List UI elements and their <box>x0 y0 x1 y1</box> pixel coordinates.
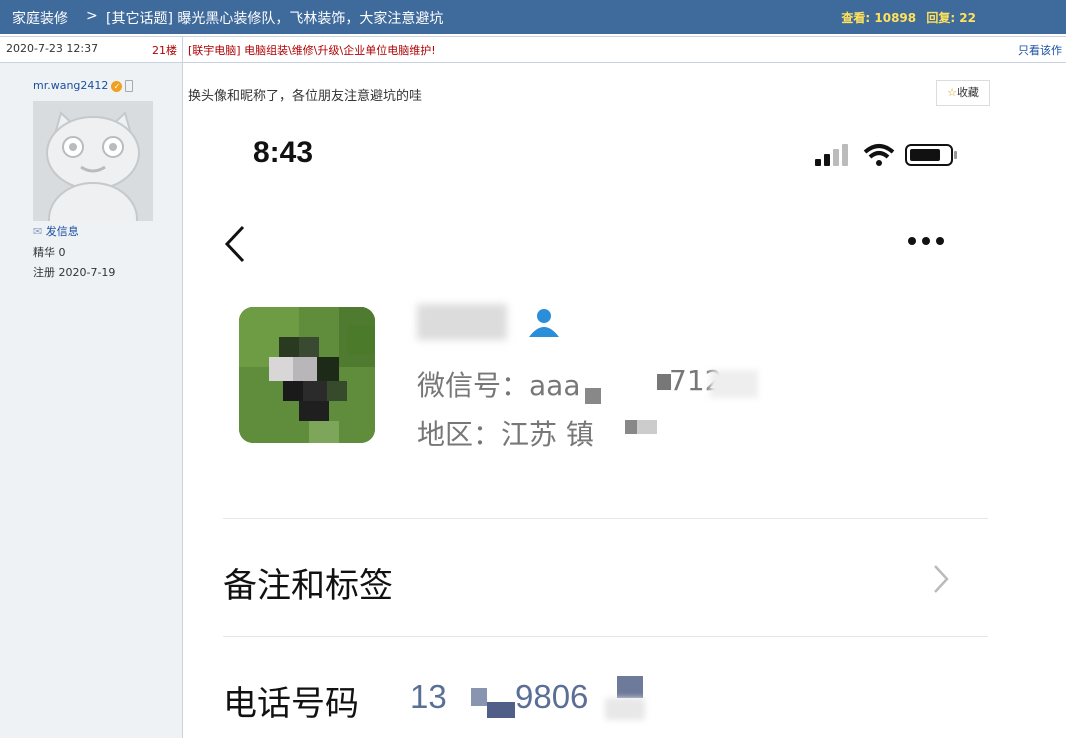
mosaic-block <box>637 420 657 434</box>
views-count: 查看: 10898 <box>841 11 917 25</box>
username-link[interactable]: mr.wang2412 <box>33 79 108 92</box>
post-info-row: 2020-7-23 12:37 21楼 [联宇电脑] 电脑组装\维修\升级\企业… <box>0 36 1066 63</box>
mosaic-block <box>487 702 515 718</box>
favorite-button[interactable]: ☆收藏 <box>936 80 990 106</box>
divider <box>223 518 988 519</box>
ad-link[interactable]: [联宇电脑] 电脑组装\维修\升级\企业单位电脑维护! <box>188 42 436 58</box>
mosaic-block <box>625 420 637 434</box>
nickname-blurred <box>417 304 507 340</box>
remarks-tags-row[interactable]: 备注和标签 <box>223 558 393 607</box>
author-panel: mr.wang2412 ✓ ✉ 发信息 精华 0 注册 2020-7-19 <box>0 63 183 738</box>
attached-screenshot[interactable]: 8:43 微信号：aaa 712 地区：江苏 镇 备注和标签 电话号码 13 9… <box>185 106 988 738</box>
phone-prefix: 13 <box>410 678 447 715</box>
send-message-label: 发信息 <box>45 225 79 238</box>
phone-label: 电话号码 <box>223 684 359 724</box>
wechat-id: 微信号：aaa <box>417 364 580 404</box>
star-icon: ☆ <box>947 86 957 99</box>
chevron-right-icon <box>934 565 949 593</box>
contact-avatar[interactable] <box>239 307 375 443</box>
topic-stats: 查看: 10898 回复: 22 <box>835 9 976 26</box>
verified-icon: ✓ <box>111 80 123 92</box>
mosaic-blur <box>710 370 758 398</box>
mosaic-block <box>471 688 487 706</box>
divider <box>223 636 988 637</box>
mosaic-blur <box>605 698 645 720</box>
wechat-id-label: 微信号：aaa <box>417 369 581 402</box>
status-time: 8:43 <box>253 136 314 169</box>
mosaic-block <box>585 388 601 404</box>
register-date: 注册 2020-7-19 <box>33 266 116 279</box>
post-date: 2020-7-23 12:37 <box>6 42 99 55</box>
phone-number[interactable]: 13 <box>410 678 447 716</box>
avatar[interactable] <box>33 101 153 221</box>
topic-title: [其它话题] 曝光黑心装修队，飞林装饰，大家注意避坑 <box>106 11 444 27</box>
mosaic-block <box>617 676 643 698</box>
floor-number[interactable]: 21楼 <box>152 42 177 58</box>
essence-count: 精华 0 <box>33 246 66 259</box>
only-author-link[interactable]: 只看该作 <box>1018 42 1062 58</box>
divider <box>182 37 183 62</box>
wifi-icon <box>863 144 895 166</box>
more-dots-icon[interactable] <box>907 236 947 246</box>
replies-count: 回复: 22 <box>926 11 976 25</box>
phone-middle: 9806 <box>515 678 589 715</box>
back-arrow-icon[interactable] <box>223 224 247 264</box>
breadcrumb-arrow: > <box>86 8 98 24</box>
user-icon <box>529 309 559 337</box>
mobile-icon <box>125 80 134 92</box>
author-name: mr.wang2412 ✓ <box>33 79 134 92</box>
favorite-label: 收藏 <box>956 86 979 99</box>
battery-icon <box>905 144 957 166</box>
topic-header-bar: 家庭装修 > [其它话题] 曝光黑心装修队，飞林装饰，大家注意避坑 查看: 10… <box>0 0 1066 34</box>
envelope-icon: ✉ <box>33 225 43 238</box>
post-body-text: 换头像和昵称了，各位朋友注意避坑的哇 <box>188 89 423 104</box>
region-text: 地区：江苏 镇 <box>417 418 594 451</box>
signal-icon <box>815 144 848 166</box>
section-link[interactable]: 家庭装修 <box>12 8 68 28</box>
send-message-link[interactable]: ✉ 发信息 <box>33 223 79 239</box>
